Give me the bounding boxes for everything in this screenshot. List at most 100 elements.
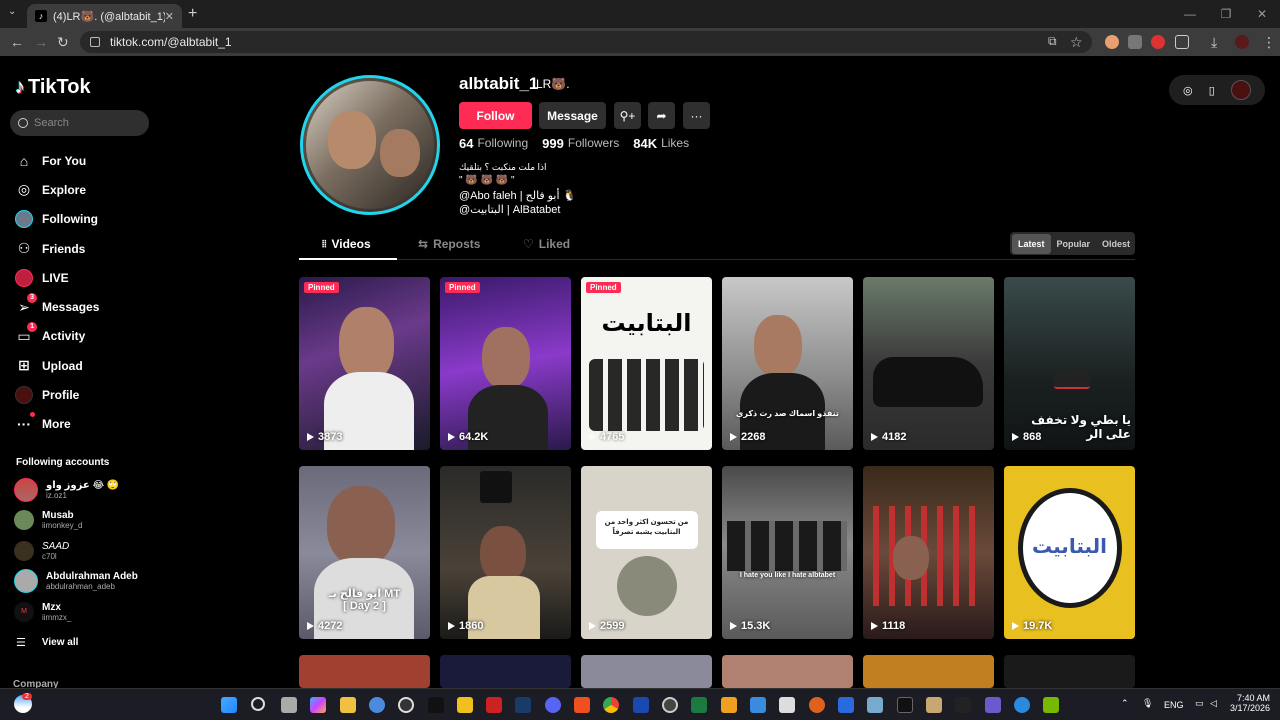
- extension-shield-icon[interactable]: [1128, 35, 1142, 49]
- sidebar-item-friends[interactable]: ⚇ Friends: [14, 234, 99, 263]
- sidebar-item-following[interactable]: Following: [14, 205, 99, 234]
- teams-icon[interactable]: [985, 697, 1001, 713]
- discord-icon[interactable]: [545, 697, 561, 713]
- app-icon[interactable]: [926, 697, 942, 713]
- more-options-icon[interactable]: ···: [683, 102, 710, 129]
- video-card[interactable]: 1118: [863, 466, 994, 639]
- notepad-icon[interactable]: [867, 697, 883, 713]
- video-card[interactable]: البتابيت 19.7K: [1004, 466, 1135, 639]
- sidebar-item-profile[interactable]: Profile: [14, 380, 99, 409]
- photos-icon[interactable]: [750, 697, 766, 713]
- video-card[interactable]: البتابيت Pinned 4765: [581, 277, 712, 450]
- video-card[interactable]: [722, 655, 853, 688]
- share-icon[interactable]: ➦: [648, 102, 675, 129]
- browser-tab[interactable]: ♪ (4)LR🐻. (@albtabit_1) | TikTok ✕: [27, 4, 182, 28]
- extension-1-icon[interactable]: [1105, 35, 1119, 49]
- copilot-icon[interactable]: [310, 697, 326, 713]
- nvidia-icon[interactable]: [1043, 697, 1059, 713]
- start-icon[interactable]: [221, 697, 237, 713]
- bio-mention[interactable]: @البتابيت | AlBatabet: [459, 203, 560, 216]
- app-icon[interactable]: [398, 697, 414, 713]
- reload-icon[interactable]: ↻: [57, 34, 69, 51]
- following-count[interactable]: 64: [459, 136, 473, 151]
- tab-search-chevron-icon[interactable]: ⌄: [8, 6, 16, 17]
- view-all-button[interactable]: ☰ View all: [16, 636, 78, 649]
- followers-count[interactable]: 999: [542, 136, 564, 151]
- following-label[interactable]: Following: [477, 136, 528, 151]
- taskbar-search-icon[interactable]: [251, 697, 265, 711]
- volume-icon[interactable]: ◁: [1210, 698, 1217, 709]
- video-card[interactable]: [863, 655, 994, 688]
- video-card[interactable]: Pinned 3873: [299, 277, 430, 450]
- tray-chevron-icon[interactable]: ⌃: [1121, 698, 1129, 709]
- sidebar-item-messages[interactable]: ➢ 3 Messages: [14, 292, 99, 321]
- app-icon[interactable]: [721, 697, 737, 713]
- extensions-puzzle-icon[interactable]: [1175, 35, 1189, 49]
- sidebar-item-more[interactable]: ··· More: [14, 410, 99, 439]
- following-account-item[interactable]: Abdulrahman Adeb abdulrahman_adeb: [14, 567, 138, 595]
- following-account-item[interactable]: Musab iimonkey_d: [14, 506, 82, 534]
- sidebar-item-upload[interactable]: ⊞ Upload: [14, 351, 99, 380]
- video-card[interactable]: [1004, 655, 1135, 688]
- company-link[interactable]: Company: [13, 679, 59, 688]
- close-window-icon[interactable]: ✕: [1244, 0, 1280, 28]
- clock[interactable]: 7:40 AM 3/17/2026: [1228, 693, 1270, 713]
- network-icon[interactable]: ▭: [1195, 698, 1204, 709]
- tab-reposts[interactable]: ⇆ Reposts: [418, 237, 480, 251]
- forward-icon[interactable]: →: [34, 34, 48, 50]
- following-account-item[interactable]: SAAD c70l: [14, 537, 69, 565]
- minimize-window-icon[interactable]: —: [1172, 0, 1208, 28]
- video-card[interactable]: [299, 655, 430, 688]
- tiktok-logo[interactable]: ♪ TikTok: [15, 76, 91, 99]
- app-icon[interactable]: [897, 697, 913, 713]
- video-card[interactable]: 1860: [440, 466, 571, 639]
- excel-icon[interactable]: [691, 697, 707, 713]
- sort-latest-button[interactable]: Latest: [1012, 233, 1051, 254]
- video-card[interactable]: 4182: [863, 277, 994, 450]
- sort-oldest-button[interactable]: Oldest: [1096, 234, 1136, 254]
- app-icon[interactable]: [809, 697, 825, 713]
- video-card[interactable]: من تحسون اكثر واحد من البتابيت يشبه تصرف…: [581, 466, 712, 639]
- sidebar-item-explore[interactable]: ◎ Explore: [14, 175, 99, 204]
- new-tab-button[interactable]: +: [188, 5, 197, 23]
- file-explorer-icon[interactable]: [340, 697, 356, 713]
- store-icon[interactable]: [779, 697, 795, 713]
- adobe-icon[interactable]: [486, 697, 502, 713]
- sidebar-item-activity[interactable]: ▭ 1 Activity: [14, 322, 99, 351]
- user-avatar[interactable]: [1230, 80, 1251, 100]
- followers-label[interactable]: Followers: [568, 136, 619, 151]
- follow-button[interactable]: Follow: [459, 102, 532, 129]
- compass-icon[interactable]: ◎: [1183, 84, 1193, 97]
- back-icon[interactable]: ←: [10, 34, 24, 50]
- following-account-item[interactable]: M Mzx iimmzx_: [14, 598, 71, 626]
- app-icon[interactable]: [1014, 697, 1030, 713]
- obs-icon[interactable]: [662, 697, 678, 713]
- video-card[interactable]: [440, 655, 571, 688]
- bookmark-star-icon[interactable]: ☆: [1070, 34, 1083, 51]
- chrome-icon[interactable]: [603, 697, 619, 713]
- device-icon[interactable]: ▯: [1209, 84, 1215, 97]
- profile-avatar[interactable]: [300, 75, 440, 215]
- app-icon[interactable]: [838, 697, 854, 713]
- settings-icon[interactable]: [369, 697, 385, 713]
- video-card[interactable]: تنفذو اسماك صد رت ذكرى 2268: [722, 277, 853, 450]
- site-info-icon[interactable]: [90, 37, 100, 47]
- rockstar-icon[interactable]: [457, 697, 473, 713]
- tab-videos[interactable]: ⦙⦙ Videos: [322, 237, 371, 251]
- extension-red-icon[interactable]: [1151, 35, 1165, 49]
- browser-profile-avatar[interactable]: [1235, 35, 1249, 49]
- app-icon[interactable]: [955, 697, 971, 713]
- task-view-icon[interactable]: [281, 697, 297, 713]
- restore-window-icon[interactable]: ❐: [1208, 0, 1244, 28]
- app-icon[interactable]: [633, 697, 649, 713]
- browser-menu-icon[interactable]: ⋮: [1262, 34, 1276, 51]
- sidebar-item-live[interactable]: LIVE: [14, 263, 99, 292]
- video-card[interactable]: يا بطي ولا تخفف على الر 868: [1004, 277, 1135, 450]
- url-input[interactable]: tiktok.com/@albtabit_1: [80, 31, 1092, 53]
- sort-popular-button[interactable]: Popular: [1051, 234, 1097, 254]
- download-icon[interactable]: ⤓: [1211, 34, 1217, 51]
- message-button[interactable]: Message: [539, 102, 606, 129]
- following-account-item[interactable]: عزوز واو 😂 🙄 iz.oz1: [14, 476, 119, 504]
- language-indicator[interactable]: ENG: [1164, 700, 1184, 710]
- video-card[interactable]: ابو فالح بـ MT [ Day 2 ] 4272: [299, 466, 430, 639]
